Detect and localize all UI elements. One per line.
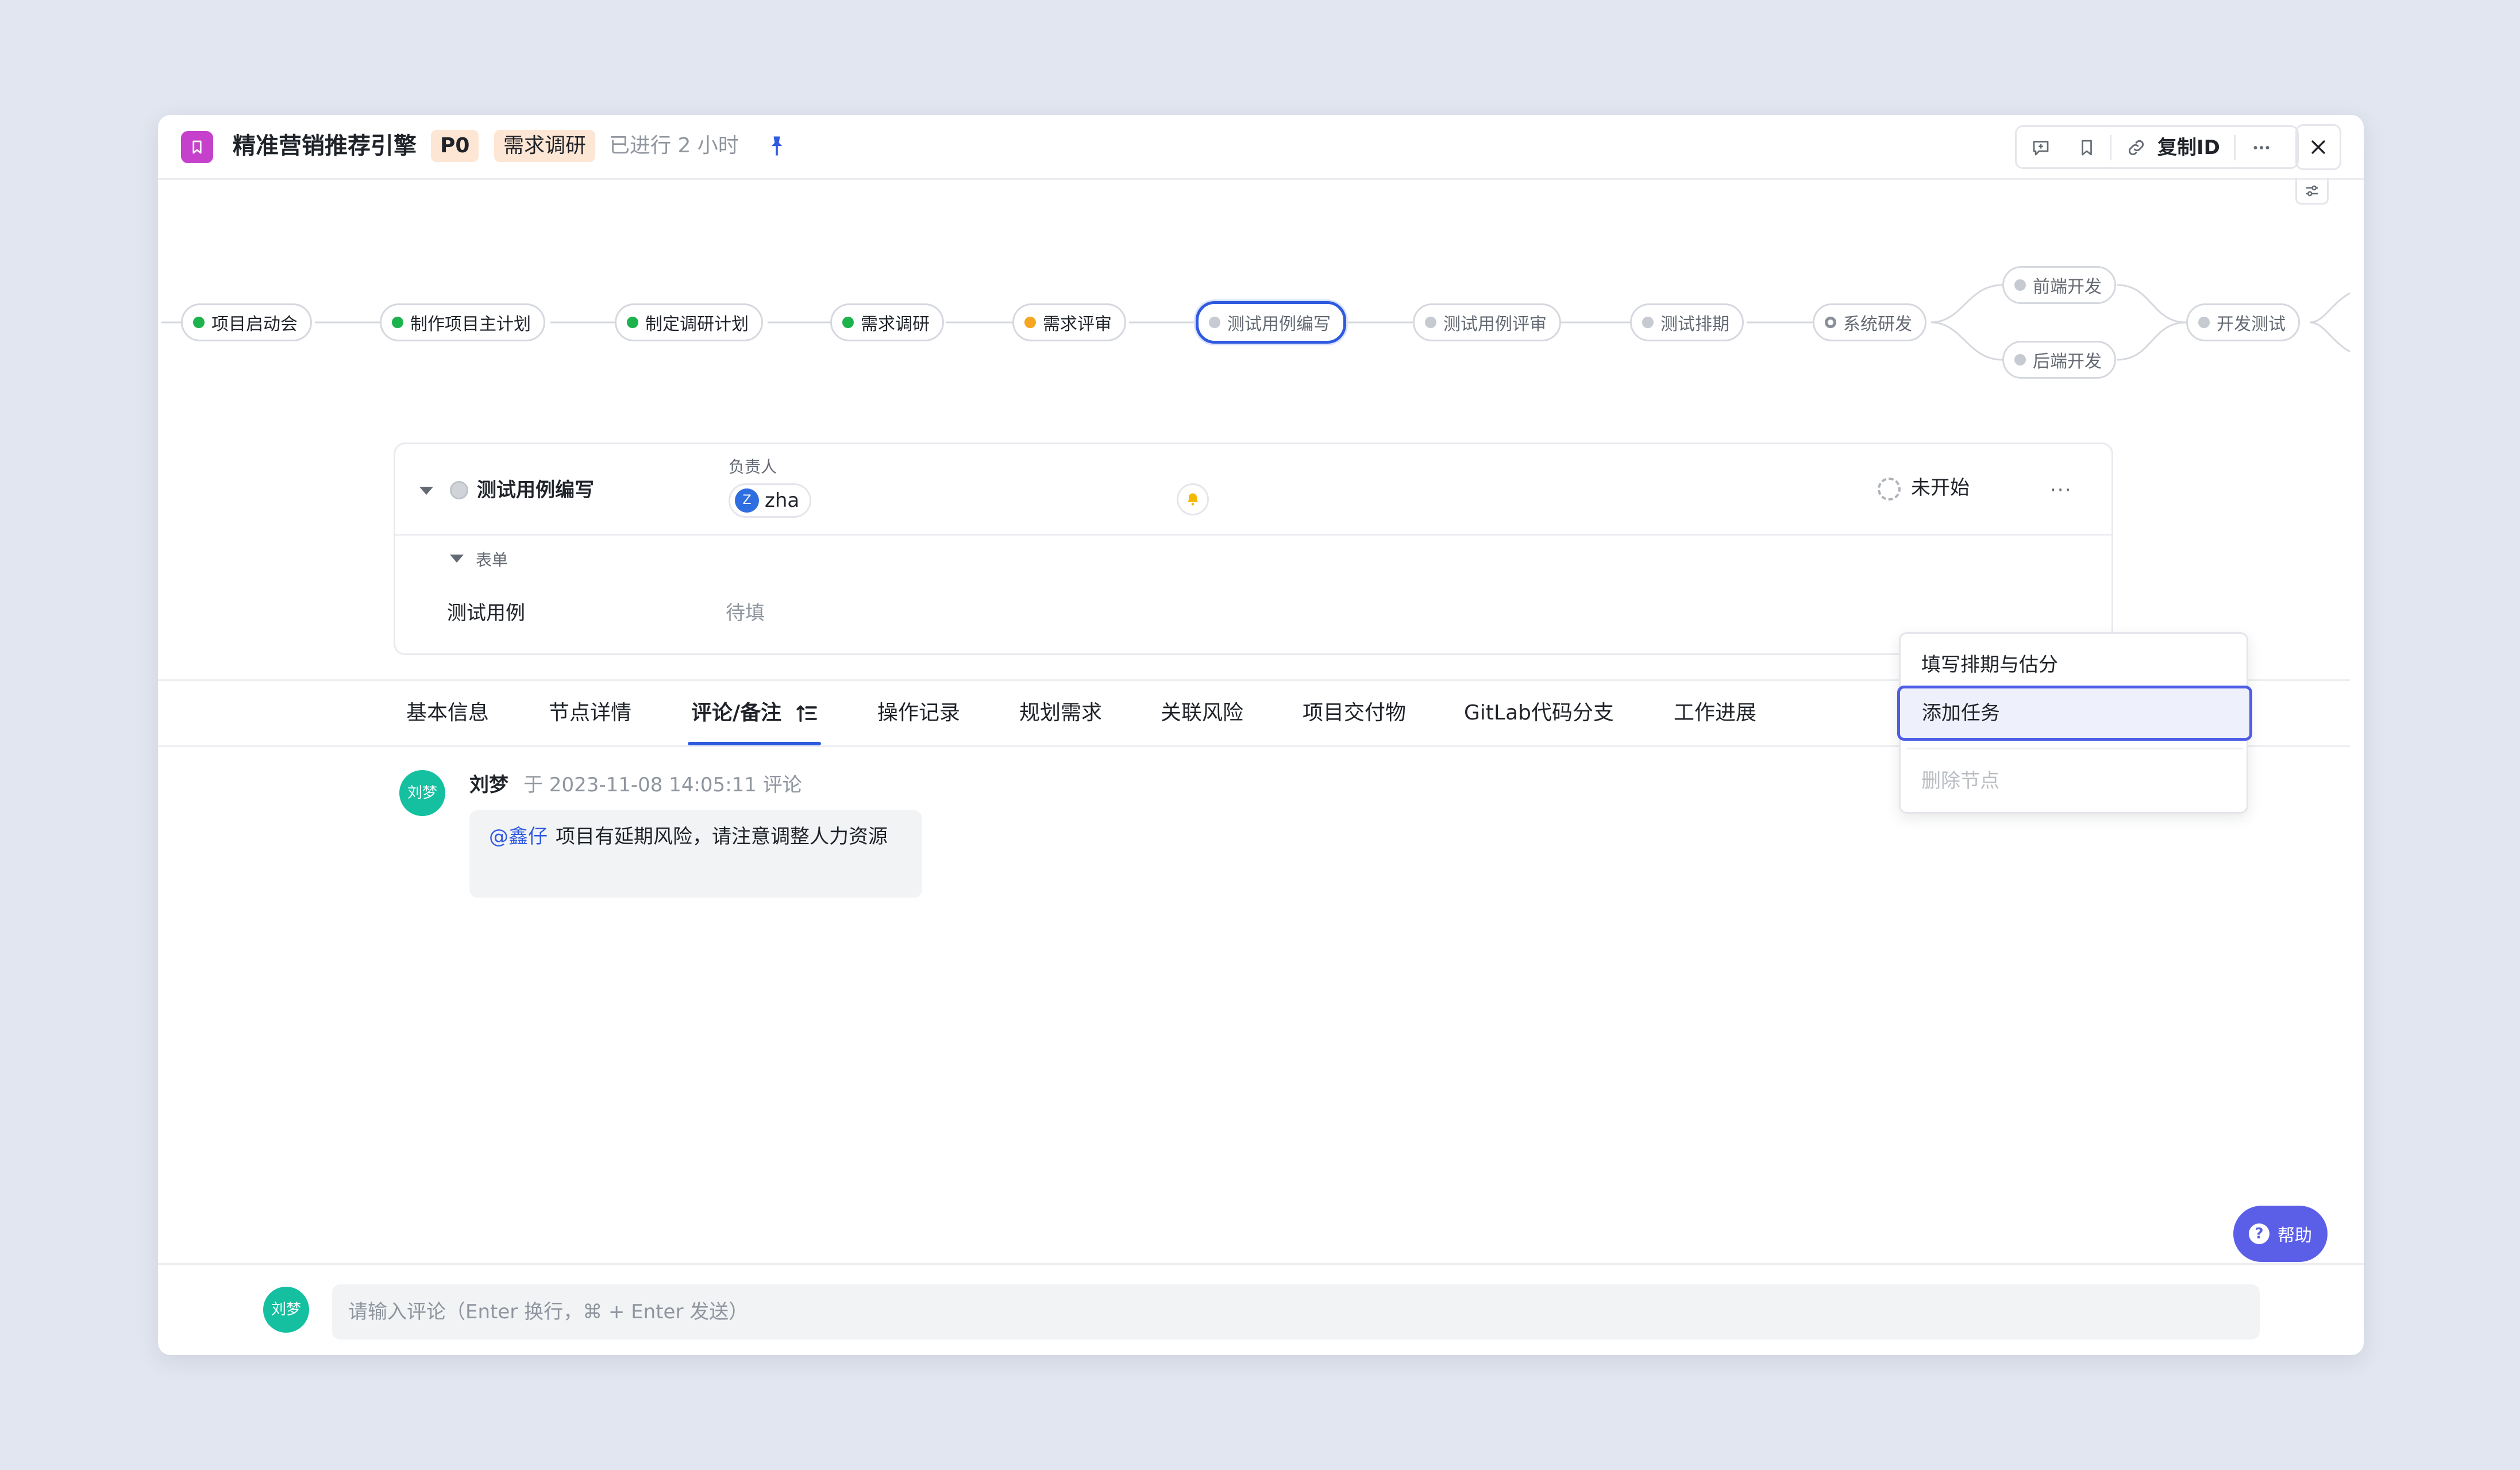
toolbar-divider xyxy=(2234,135,2236,160)
task-status-dot xyxy=(450,481,468,499)
node-label: 制作项目主计划 xyxy=(410,314,531,334)
task-more-button[interactable]: ··· xyxy=(2050,479,2072,502)
pipeline-node-group[interactable]: 系统研发 xyxy=(1813,303,1926,341)
status-dot xyxy=(1425,317,1436,328)
pipeline-node[interactable]: 测试排期 xyxy=(1630,303,1744,341)
tab-deliverables[interactable]: 项目交付物 xyxy=(1303,681,1406,745)
current-user-avatar: 刘梦 xyxy=(263,1287,309,1333)
project-detail-window: 精准营销推荐引擎 P0 需求调研 已进行 2 小时 复制ID 项目启动会 制作项… xyxy=(158,115,2364,1355)
task-name: 测试用例编写 xyxy=(477,479,594,502)
status-dot xyxy=(392,317,403,328)
menu-item-fill-schedule[interactable]: 填写排期与估分 xyxy=(1901,637,2247,692)
task-status[interactable]: 未开始 xyxy=(1911,475,1970,501)
owner-name: zha xyxy=(765,489,800,512)
header-bar: 精准营销推荐引擎 P0 需求调研 已进行 2 小时 复制ID xyxy=(158,115,2364,180)
pipeline-node[interactable]: 开发测试 xyxy=(2186,303,2300,341)
pipeline-node[interactable]: 项目启动会 xyxy=(181,303,312,341)
node-label: 系统研发 xyxy=(1843,314,1912,334)
form-section-label: 表单 xyxy=(476,551,508,569)
node-label: 制定调研计划 xyxy=(645,314,749,334)
tab-operation-log[interactable]: 操作记录 xyxy=(877,681,960,745)
comment-input-area: 刘梦 xyxy=(158,1263,2364,1355)
node-action-menu: 填写排期与估分 添加任务 删除节点 xyxy=(1897,632,2252,814)
status-dot xyxy=(627,317,638,328)
group-status-icon xyxy=(1825,317,1836,328)
pipeline-node[interactable]: 后端开发 xyxy=(2002,341,2116,379)
node-label: 项目启动会 xyxy=(211,314,298,334)
help-label: 帮助 xyxy=(2278,1226,2312,1246)
help-button[interactable]: ? 帮助 xyxy=(2233,1206,2328,1262)
node-label: 开发测试 xyxy=(2217,314,2286,334)
workflow-pipeline: 项目启动会 制作项目主计划 制定调研计划 需求调研 需求评审 测试用例编写 测试… xyxy=(158,178,2364,465)
copy-id-button[interactable]: 复制ID xyxy=(2157,134,2220,161)
status-dot xyxy=(1024,317,1036,328)
stage-tag: 需求调研 xyxy=(494,130,596,162)
project-title: 精准营销推荐引擎 xyxy=(233,133,417,159)
comment-input[interactable] xyxy=(332,1284,2260,1340)
status-dot xyxy=(193,317,205,328)
pipeline-node[interactable]: 制定调研计划 xyxy=(615,303,763,341)
comment-author: 刘梦 xyxy=(469,774,508,796)
link-icon[interactable] xyxy=(2122,134,2150,161)
tab-work-progress[interactable]: 工作进展 xyxy=(1674,681,1756,745)
priority-tag: P0 xyxy=(431,130,479,162)
elapsed-time: 已进行 2 小时 xyxy=(609,134,739,157)
task-row: 测试用例编写 负责人 Z zha 未开始 ··· xyxy=(395,444,2111,536)
status-dot xyxy=(1209,317,1220,328)
comment-add-icon[interactable] xyxy=(2027,134,2055,161)
comment-mention[interactable]: @鑫仔 xyxy=(489,823,548,851)
status-dot xyxy=(1642,317,1654,328)
bell-icon[interactable] xyxy=(1177,483,1209,515)
pipeline-node[interactable]: 需求调研 xyxy=(830,303,944,341)
comment-meta: 于 2023-11-08 14:05:11 评论 xyxy=(523,774,802,796)
project-bookmark-icon xyxy=(181,131,213,163)
node-label: 前端开发 xyxy=(2033,277,2102,297)
active-tab-indicator xyxy=(688,742,821,745)
close-icon[interactable] xyxy=(2295,124,2341,170)
status-dot xyxy=(2198,317,2210,328)
node-label: 需求评审 xyxy=(1043,314,1112,334)
pipeline-node-current[interactable]: 测试用例编写 xyxy=(1196,301,1346,344)
tab-basic-info[interactable]: 基本信息 xyxy=(406,681,489,745)
more-icon[interactable] xyxy=(2248,134,2275,161)
status-dot xyxy=(2014,354,2026,365)
status-dot xyxy=(842,317,854,328)
collapse-caret-icon[interactable] xyxy=(419,487,433,495)
pipeline-node[interactable]: 测试用例评审 xyxy=(1413,303,1561,341)
pipeline-node[interactable]: 需求评审 xyxy=(1012,303,1126,341)
header-toolbar: 复制ID xyxy=(2015,125,2299,169)
comment-text: 项目有延期风险，请注意调整人力资源 xyxy=(556,825,888,848)
comment-author-avatar: 刘梦 xyxy=(399,770,445,816)
tab-planned-requirements[interactable]: 规划需求 xyxy=(1019,681,1102,745)
comment-bubble: @鑫仔 项目有延期风险，请注意调整人力资源 xyxy=(469,810,922,898)
not-started-status-icon xyxy=(1878,478,1901,501)
pipeline-node[interactable]: 制作项目主计划 xyxy=(380,303,545,341)
owner-avatar: Z xyxy=(735,488,759,513)
node-label: 测试用例编写 xyxy=(1227,314,1331,334)
pipeline-node[interactable]: 前端开发 xyxy=(2002,266,2116,304)
menu-item-add-task[interactable]: 添加任务 xyxy=(1897,686,2252,741)
owner-label: 负责人 xyxy=(729,457,777,476)
node-label: 需求调研 xyxy=(861,314,930,334)
tab-comments[interactable]: 评论/备注 xyxy=(691,681,781,745)
bookmark-icon[interactable] xyxy=(2073,134,2101,161)
menu-divider xyxy=(1906,748,2243,749)
pin-icon[interactable] xyxy=(764,133,789,159)
form-collapse-caret-icon[interactable] xyxy=(450,555,464,563)
status-dot xyxy=(2014,279,2026,291)
toolbar-divider xyxy=(2110,135,2111,160)
tab-gitlab-branches[interactable]: GitLab代码分支 xyxy=(1464,681,1614,745)
node-label: 测试用例评审 xyxy=(1443,314,1547,334)
sort-icon[interactable] xyxy=(796,702,819,725)
node-label: 后端开发 xyxy=(2033,352,2102,372)
field-name: 测试用例 xyxy=(447,602,525,625)
field-value[interactable]: 待填 xyxy=(726,597,765,625)
node-label: 测试排期 xyxy=(1660,314,1729,334)
menu-item-delete-node: 删除节点 xyxy=(1921,769,1999,792)
task-card: 测试用例编写 负责人 Z zha 未开始 ··· 表单 测试用例 待填 xyxy=(394,442,2113,655)
tab-related-risks[interactable]: 关联风险 xyxy=(1161,681,1243,745)
owner-chip[interactable]: Z zha xyxy=(729,483,812,518)
tab-node-details[interactable]: 节点详情 xyxy=(549,681,631,745)
help-icon: ? xyxy=(2249,1223,2269,1244)
